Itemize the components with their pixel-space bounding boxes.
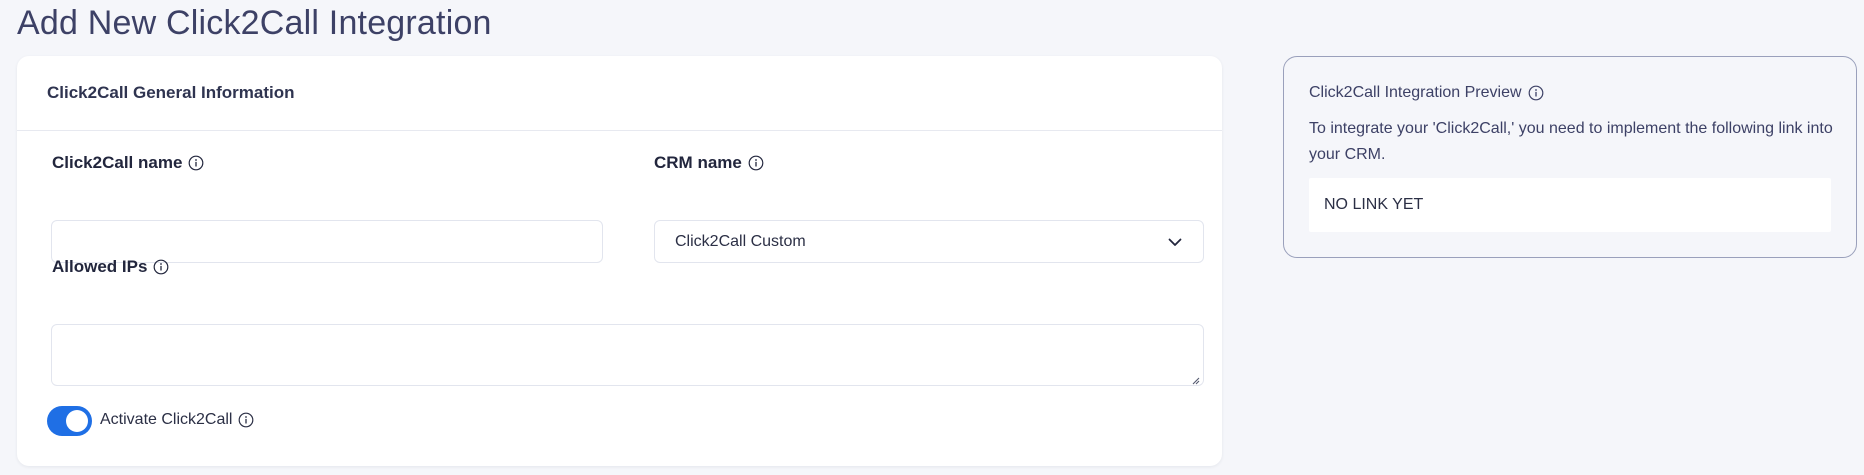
card-header: Click2Call General Information [17,56,1222,131]
chevron-down-icon [1167,234,1183,250]
info-icon[interactable] [1528,85,1544,101]
crm-name-label-text: CRM name [654,153,742,172]
resize-grip-icon[interactable] [1190,372,1200,385]
allowed-ips-textarea[interactable] [51,324,1204,386]
info-icon[interactable] [748,155,764,171]
click2call-name-label-text: Click2Call name [52,153,183,172]
click2call-name-label: Click2Call name [52,153,204,173]
crm-name-selected-value: Click2Call Custom [675,232,806,250]
info-icon[interactable] [188,155,204,171]
activate-click2call-toggle[interactable] [47,406,92,436]
preview-link-box: NO LINK YET [1309,178,1831,232]
toggle-knob [66,410,88,432]
allowed-ips-label: Allowed IPs [52,257,169,277]
crm-name-select[interactable]: Click2Call Custom [654,220,1204,263]
general-info-card: Click2Call General Information Click2Cal… [17,56,1222,466]
crm-name-label: CRM name [654,153,764,173]
preview-description: To integrate your 'Click2Call,' you need… [1309,120,1833,163]
page-title: Add New Click2Call Integration [17,4,492,42]
info-icon[interactable] [153,259,169,275]
allowed-ips-label-text: Allowed IPs [52,257,148,276]
preview-title: Click2Call Integration Preview [1309,84,1544,102]
activate-click2call-label-text: Activate Click2Call [100,411,233,428]
info-icon[interactable] [238,412,254,428]
activate-click2call-label: Activate Click2Call [100,411,254,429]
integration-preview-panel: Click2Call Integration Preview To integr… [1283,56,1857,258]
preview-title-text: Click2Call Integration Preview [1309,84,1522,101]
